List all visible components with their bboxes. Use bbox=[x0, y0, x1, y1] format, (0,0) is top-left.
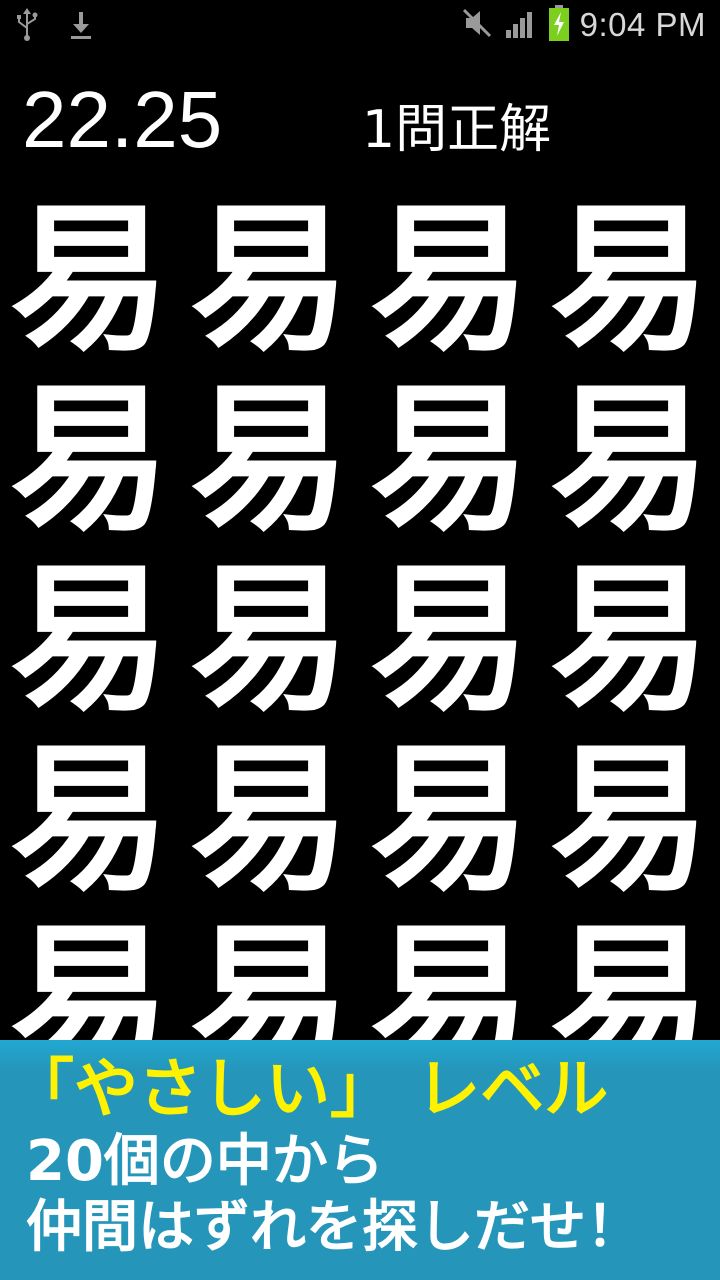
signal-icon bbox=[504, 6, 538, 44]
instruction-line-1: 20個の中から bbox=[26, 1129, 384, 1194]
kanji-tile[interactable]: 易 bbox=[540, 730, 720, 910]
status-notifications bbox=[14, 8, 94, 42]
kanji-tile[interactable]: 易 bbox=[360, 550, 540, 730]
status-system: 9:04 PM bbox=[460, 4, 706, 46]
kanji-tile[interactable]: 易 bbox=[540, 190, 720, 370]
timer-display: 22.25 bbox=[22, 75, 223, 164]
status-bar: 9:04 PM bbox=[0, 0, 720, 50]
kanji-tile[interactable]: 易 bbox=[360, 370, 540, 550]
kanji-tile[interactable]: 易 bbox=[180, 190, 360, 370]
score-display: 1問正解 bbox=[362, 100, 552, 160]
kanji-tile[interactable]: 易 bbox=[0, 190, 180, 370]
kanji-tile[interactable]: 易 bbox=[180, 550, 360, 730]
kanji-tile[interactable]: 易 bbox=[0, 730, 180, 910]
kanji-grid: 易 易 易 易 易 易 易 易 易 易 易 易 易 易 易 易 易 易 易 易 bbox=[0, 190, 720, 1090]
instruction-line-2: 仲間はずれを探しだせ！ bbox=[26, 1195, 642, 1260]
mute-icon bbox=[460, 6, 494, 44]
kanji-tile[interactable]: 易 bbox=[360, 190, 540, 370]
kanji-tile[interactable]: 易 bbox=[0, 370, 180, 550]
usb-icon bbox=[14, 8, 40, 42]
kanji-tile[interactable]: 易 bbox=[180, 730, 360, 910]
kanji-tile[interactable]: 易 bbox=[0, 550, 180, 730]
kanji-tile[interactable]: 易 bbox=[540, 550, 720, 730]
download-icon bbox=[68, 8, 94, 42]
kanji-tile[interactable]: 易 bbox=[540, 370, 720, 550]
status-time: 9:04 PM bbox=[579, 6, 706, 43]
kanji-tile[interactable]: 易 bbox=[180, 370, 360, 550]
kanji-tile[interactable]: 易 bbox=[360, 730, 540, 910]
level-caption: 「やさしい」 レベル bbox=[10, 1053, 609, 1127]
battery-charging-icon bbox=[548, 5, 570, 45]
